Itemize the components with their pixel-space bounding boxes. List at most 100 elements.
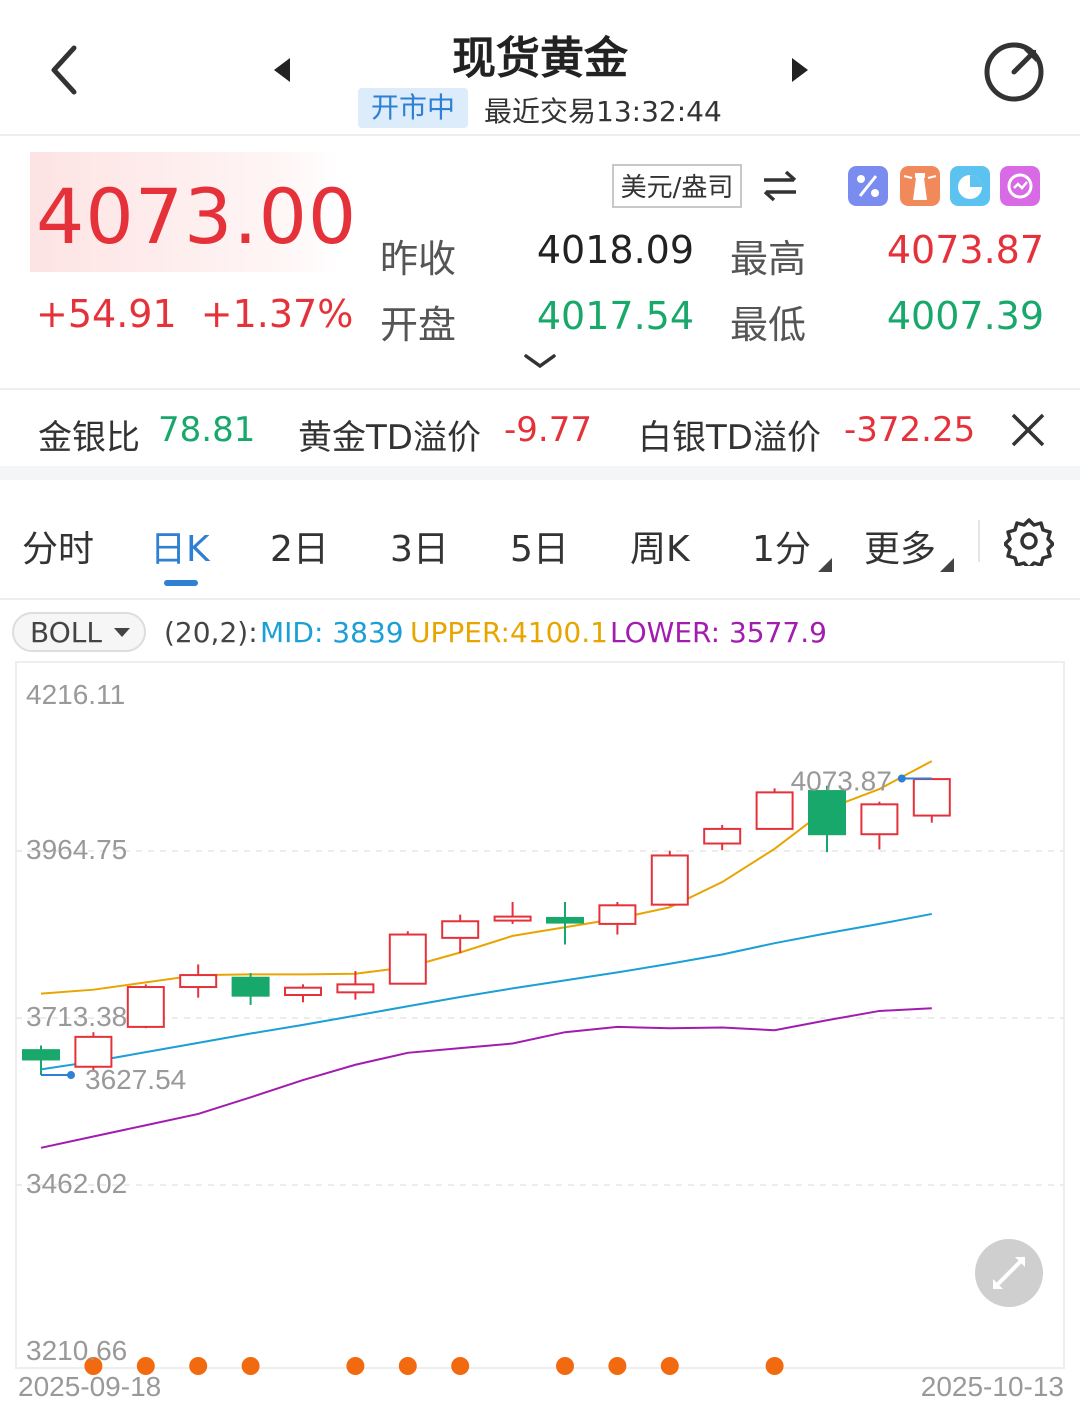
low-label: 最低 [730, 303, 807, 347]
quote-divider [0, 388, 1080, 390]
open-value: 4017.54 [536, 294, 694, 338]
high-marker-dot [897, 774, 906, 783]
event-markers [84, 1357, 784, 1375]
grid [16, 850, 1064, 1186]
gear-icon[interactable] [1004, 516, 1054, 566]
candle [22, 1045, 60, 1076]
candle-body [703, 827, 742, 845]
candle-body [755, 791, 794, 830]
candle [493, 901, 532, 924]
candle-body [546, 916, 584, 924]
candle [650, 850, 689, 906]
event-marker-dot [660, 1357, 679, 1375]
previous-item-icon[interactable] [268, 52, 298, 88]
event-marker-dot [189, 1357, 208, 1375]
candle-body [179, 974, 218, 989]
candle [231, 973, 270, 1005]
tab-more[interactable]: 更多 [864, 520, 936, 572]
candle [441, 914, 480, 954]
event-marker-dot [556, 1357, 574, 1375]
high-marker-label: 4073.87 [791, 766, 892, 797]
high-value: 4073.87 [886, 228, 1044, 272]
candle-body [336, 983, 375, 994]
candle [755, 788, 794, 830]
candle-body [74, 1035, 113, 1068]
refresh-icon[interactable] [982, 40, 1046, 104]
silver-td-premium-label: 白银TD溢价 [638, 418, 821, 458]
market-status-badge: 开市中 [358, 88, 468, 128]
tab-separator [978, 520, 980, 562]
candle [860, 801, 899, 850]
tab-3-day[interactable]: 3日 [390, 520, 449, 572]
tab-5-day[interactable]: 5日 [510, 520, 569, 572]
candles [22, 778, 951, 1076]
x-axis-start-label: 2025-09-18 [18, 1371, 161, 1402]
candle [284, 984, 322, 1003]
candle-body [231, 976, 270, 997]
low-marker-dot [67, 1071, 75, 1080]
candle [598, 901, 637, 935]
y-axis-label: 3713.38 [26, 1001, 127, 1032]
event-marker-dot [241, 1357, 260, 1375]
candlestick-chart[interactable]: 4073.87 3627.54 4216.11 3964.75 3713.38 3462… [0, 600, 1080, 1414]
candle [912, 778, 951, 823]
low-value: 4007.39 [886, 294, 1044, 338]
percent-icon[interactable] [848, 166, 888, 206]
candle-body [598, 904, 637, 925]
candle [126, 984, 165, 1029]
tab-daily-k[interactable]: 日K [150, 520, 210, 572]
section-separator [0, 466, 1080, 480]
ratio-bar: 金银比 78.81 黄金TD溢价 -9.77 白银TD溢价 -372.25 [0, 392, 1080, 466]
candle-body [22, 1049, 60, 1061]
event-marker-dot [398, 1357, 417, 1375]
expand-icon [993, 1257, 1025, 1289]
candle-body [650, 854, 689, 906]
chevron-down-icon[interactable] [522, 350, 558, 374]
candle-body [860, 803, 899, 836]
prev-close-label: 昨收 [380, 237, 457, 281]
tab-2-day[interactable]: 2日 [270, 520, 329, 572]
pie-chart-icon[interactable] [950, 166, 990, 206]
candle [388, 931, 427, 985]
gold-td-premium-value: -9.77 [504, 410, 592, 450]
candle-body [808, 790, 846, 836]
y-axis-label: 3210.66 [26, 1335, 127, 1366]
close-icon[interactable] [1008, 410, 1048, 450]
candle-body [493, 915, 532, 922]
page-title: 现货黄金 [452, 33, 628, 84]
event-marker-dot [451, 1357, 470, 1375]
candle-body [912, 778, 951, 817]
event-marker-dot [346, 1357, 365, 1375]
header-divider [0, 134, 1080, 136]
candle-body [388, 933, 427, 985]
fullscreen-button[interactable] [975, 1239, 1043, 1307]
candle-body [441, 920, 480, 939]
price-change: +54.91 +1.37% [36, 292, 354, 336]
event-marker-dot [765, 1357, 784, 1375]
candle [546, 901, 584, 945]
target-icon[interactable] [1000, 166, 1040, 206]
candle-body [126, 986, 165, 1028]
low-marker-label: 3627.54 [85, 1064, 186, 1095]
chart-frame [15, 661, 1065, 1369]
candle-body [284, 986, 322, 997]
gold-td-premium-label: 黄金TD溢价 [298, 418, 481, 458]
candle [179, 964, 218, 998]
last-trade-time: 最近交易13:32:44 [484, 95, 722, 128]
open-label: 开盘 [380, 303, 457, 347]
next-item-icon[interactable] [784, 52, 814, 88]
swap-icon[interactable] [760, 168, 800, 204]
currency-unit-button[interactable]: 美元/盎司 [612, 164, 742, 208]
tab-weekly-k[interactable]: 周K [630, 520, 690, 572]
axis-labels: 4216.11 3964.75 3713.38 3462.02 3210.66 2025-… [18, 679, 1064, 1402]
candle [336, 971, 375, 1000]
tab-intraday[interactable]: 分时 [22, 520, 94, 572]
high-label: 最高 [730, 237, 807, 281]
y-axis-label: 4216.11 [26, 679, 125, 710]
silver-td-premium-value: -372.25 [844, 410, 976, 450]
event-marker-dot [608, 1357, 627, 1375]
y-axis-label: 3964.75 [26, 834, 127, 865]
lighthouse-icon[interactable] [900, 166, 940, 206]
x-axis-end-label: 2025-10-13 [921, 1371, 1064, 1402]
tab-1-minute[interactable]: 1分 [752, 520, 811, 572]
